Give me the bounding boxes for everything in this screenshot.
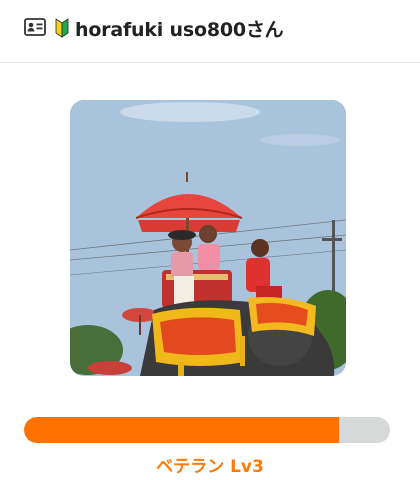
username: horafuki uso800さん (75, 19, 284, 41)
profile-photo (70, 100, 346, 376)
profile-page: horafuki uso800さん ベテラン Lv3 (0, 0, 420, 480)
level-progress-bar (24, 417, 390, 443)
id-card-icon (24, 18, 46, 36)
level-progress-fill (24, 417, 339, 443)
profile-header: horafuki uso800さん (0, 0, 420, 63)
rank-label: ベテラン Lv3 (156, 457, 264, 477)
beginner-mark-icon (55, 18, 69, 38)
